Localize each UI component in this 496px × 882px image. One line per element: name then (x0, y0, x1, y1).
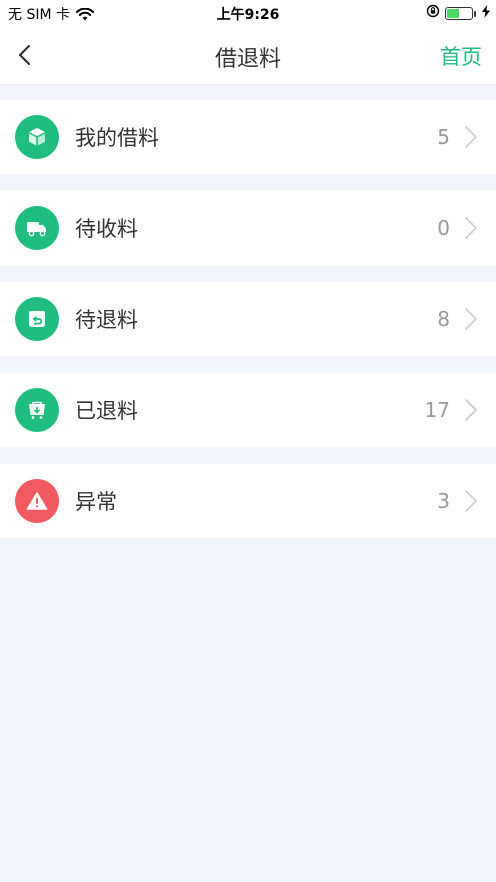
nav-bar: 借退料 首页 (0, 26, 496, 85)
list-item-my-borrow[interactable]: 我的借料 5 (0, 100, 496, 174)
list-item-count: 5 (437, 125, 450, 149)
battery-icon (445, 6, 476, 20)
page-title: 借退料 (214, 47, 281, 72)
chevron-right-icon (465, 217, 477, 239)
list-item-returned[interactable]: 已退料 17 (0, 373, 496, 447)
menu-list: 我的借料 5 待收料 0 待退料 8 已退料 17 异常 3 (0, 85, 496, 538)
list-item-pending-receive[interactable]: 待收料 0 (0, 191, 496, 265)
cart-icon (15, 388, 59, 432)
orientation-lock-icon (426, 4, 440, 22)
chevron-right-icon (465, 308, 477, 330)
box-icon (15, 115, 59, 159)
status-bar: 无 SIM 卡 上午9:26 (0, 0, 496, 26)
chevron-right-icon (465, 490, 477, 512)
warning-icon (15, 479, 59, 523)
list-item-label: 待退料 (75, 308, 138, 332)
return-icon (15, 297, 59, 341)
list-item-count: 3 (437, 489, 450, 513)
list-item-label: 异常 (75, 490, 117, 514)
chevron-right-icon (465, 126, 477, 148)
truck-icon (15, 206, 59, 250)
battery-level-fill (447, 8, 460, 18)
status-time: 上午9:26 (216, 7, 280, 23)
status-right (426, 4, 490, 22)
list-item-pending-return[interactable]: 待退料 8 (0, 282, 496, 356)
home-link[interactable]: 首页 (440, 41, 482, 71)
list-item-exception[interactable]: 异常 3 (0, 464, 496, 538)
list-item-label: 我的借料 (75, 126, 159, 150)
list-item-count: 0 (437, 216, 450, 240)
list-item-label: 待收料 (75, 217, 138, 241)
list-item-label: 已退料 (75, 399, 138, 423)
list-item-count: 17 (424, 398, 450, 422)
charging-bolt-icon (482, 4, 490, 22)
list-item-count: 8 (437, 307, 450, 331)
chevron-right-icon (465, 399, 477, 421)
